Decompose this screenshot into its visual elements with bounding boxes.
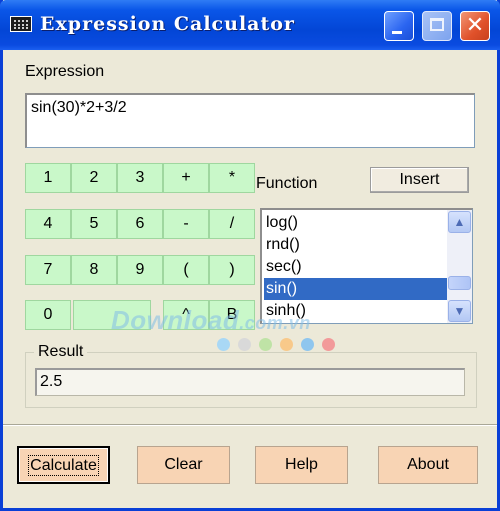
key-9[interactable]: 9 [117, 255, 163, 285]
key-4[interactable]: 4 [25, 209, 71, 239]
expression-input[interactable]: sin(30)*2+3/2 [25, 93, 475, 148]
minimize-button[interactable] [384, 11, 414, 41]
function-item[interactable]: log() [264, 212, 449, 234]
key-0[interactable]: 0 [25, 300, 71, 330]
window-title: Expression Calculator [40, 13, 295, 35]
key-5[interactable]: 5 [71, 209, 117, 239]
watermark-logo: Download.com.vn [111, 305, 311, 335]
scroll-up-icon[interactable]: ▲ [448, 211, 471, 233]
close-icon: ✕ [465, 13, 485, 38]
function-item[interactable]: sec() [264, 256, 449, 278]
close-button[interactable]: ✕ [460, 11, 490, 41]
key-divide[interactable]: / [209, 209, 255, 239]
divider [3, 424, 497, 426]
app-icon [10, 16, 32, 32]
key-minus[interactable]: - [163, 209, 209, 239]
key-2[interactable]: 2 [71, 163, 117, 193]
key-3[interactable]: 3 [117, 163, 163, 193]
calculate-button[interactable]: Calculate [17, 446, 110, 484]
clear-button[interactable]: Clear [137, 446, 230, 484]
function-label: Function [256, 175, 318, 192]
function-list-scrollbar[interactable]: ▲ ▼ [447, 210, 472, 323]
insert-button[interactable]: Insert [370, 167, 469, 193]
maximize-button[interactable] [422, 11, 452, 41]
key-7[interactable]: 7 [25, 255, 71, 285]
calculator-window: Expression Calculator ✕ Expression sin(3… [0, 0, 500, 511]
scroll-down-icon[interactable]: ▼ [448, 300, 471, 322]
expression-label: Expression [25, 63, 105, 80]
key-multiply[interactable]: * [209, 163, 255, 193]
key-8[interactable]: 8 [71, 255, 117, 285]
key-1[interactable]: 1 [25, 163, 71, 193]
key-plus[interactable]: + [163, 163, 209, 193]
about-button[interactable]: About [378, 446, 478, 484]
help-button[interactable]: Help [255, 446, 348, 484]
scroll-thumb[interactable] [448, 276, 471, 290]
result-field[interactable]: 2.5 [35, 368, 465, 396]
function-item[interactable]: rnd() [264, 234, 449, 256]
result-label: Result [34, 343, 88, 361]
key-6[interactable]: 6 [117, 209, 163, 239]
function-item-selected[interactable]: sin() [264, 278, 449, 300]
key-open-paren[interactable]: ( [163, 255, 209, 285]
key-close-paren[interactable]: ) [209, 255, 255, 285]
title-bar[interactable]: Expression Calculator ✕ [0, 0, 500, 50]
